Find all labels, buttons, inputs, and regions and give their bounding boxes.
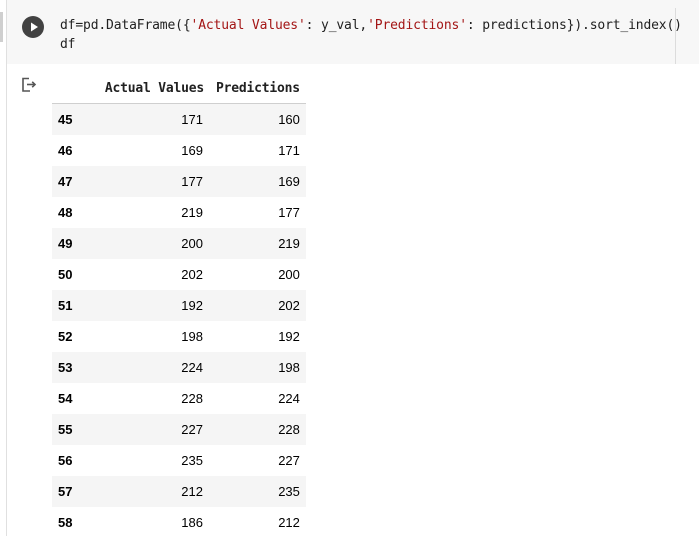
row-index: 49 xyxy=(58,236,73,251)
table-row: 53 224 198 xyxy=(52,352,306,383)
row-index: 45 xyxy=(58,112,73,127)
cell-actual-value: 235 xyxy=(181,453,203,468)
index-header xyxy=(52,74,86,104)
row-index: 51 xyxy=(58,298,73,313)
row-index: 48 xyxy=(58,205,73,220)
cell-prediction: 177 xyxy=(278,205,300,220)
table-row: 51 192 202 xyxy=(52,290,306,321)
cell-actual-value: 192 xyxy=(181,298,203,313)
play-icon xyxy=(31,22,38,32)
cell-actual-value: 202 xyxy=(181,267,203,282)
cell-prediction: 235 xyxy=(278,484,300,499)
code-prefix: df=pd.DataFrame({ xyxy=(60,18,191,33)
code-editor[interactable]: df=pd.DataFrame({'Actual Values': y_val,… xyxy=(51,8,682,64)
output-redirect-icon[interactable] xyxy=(20,76,38,94)
table-row: 49 200 219 xyxy=(52,228,306,259)
table-row: 58 186 212 xyxy=(52,507,306,536)
table-row: 46 169 171 xyxy=(52,135,306,166)
cell-left-rail xyxy=(0,0,7,536)
cell-prediction: 200 xyxy=(278,267,300,282)
row-index: 52 xyxy=(58,329,73,344)
code-line-1: df=pd.DataFrame({'Actual Values': y_val,… xyxy=(60,18,682,33)
cell-actual-value: 227 xyxy=(181,422,203,437)
column-header-predictions: Predictions xyxy=(210,74,306,104)
dataframe-table: Actual Values Predictions 45 171 160 46 169 1… xyxy=(52,74,306,536)
cell-prediction: 169 xyxy=(278,174,300,189)
table-row: 56 235 227 xyxy=(52,445,306,476)
cell-actual-value: 224 xyxy=(181,360,203,375)
table-row: 52 198 192 xyxy=(52,321,306,352)
column-header-actual: Actual Values xyxy=(86,74,210,104)
code-mid: : y_val, xyxy=(305,18,368,33)
cell-prediction: 212 xyxy=(278,515,300,530)
row-index: 58 xyxy=(58,515,73,530)
cell-prediction: 198 xyxy=(278,360,300,375)
cell-prediction: 192 xyxy=(278,329,300,344)
cell-prediction: 160 xyxy=(278,112,300,127)
run-cell-button[interactable] xyxy=(22,16,44,38)
cell-prediction: 171 xyxy=(278,143,300,158)
cell-actual-value: 169 xyxy=(181,143,203,158)
cell-actual-value: 200 xyxy=(181,236,203,251)
code-suffix: : predictions}).sort_index() xyxy=(466,18,682,33)
cell-prediction: 219 xyxy=(278,236,300,251)
table-row: 54 228 224 xyxy=(52,383,306,414)
cell-actual-value: 171 xyxy=(181,112,203,127)
row-index: 50 xyxy=(58,267,73,282)
cell-actual-value: 198 xyxy=(181,329,203,344)
table-row: 57 212 235 xyxy=(52,476,306,507)
table-row: 45 171 160 xyxy=(52,103,306,135)
cell-actual-value: 177 xyxy=(181,174,203,189)
table-row: 48 219 177 xyxy=(52,197,306,228)
row-index: 55 xyxy=(58,422,73,437)
code-string-actual: 'Actual Values' xyxy=(190,18,306,33)
cell-actual-value: 219 xyxy=(181,205,203,220)
row-index: 54 xyxy=(58,391,73,406)
code-line-2: df xyxy=(60,37,76,52)
table-body: 45 171 160 46 169 171 47 177 169 48 219 177 49 200 219… xyxy=(52,103,306,536)
table-row: 55 227 228 xyxy=(52,414,306,445)
cell-prediction: 202 xyxy=(278,298,300,313)
table-row: 50 202 200 xyxy=(52,259,306,290)
row-index: 46 xyxy=(58,143,73,158)
table-header-row: Actual Values Predictions xyxy=(52,74,306,104)
cell-actual-value: 212 xyxy=(181,484,203,499)
code-cell[interactable]: df=pd.DataFrame({'Actual Values': y_val,… xyxy=(7,0,699,64)
cell-prediction: 227 xyxy=(278,453,300,468)
cell-prediction: 228 xyxy=(278,422,300,437)
row-index: 56 xyxy=(58,453,73,468)
cell-focus-marker xyxy=(0,12,3,42)
table-row: 47 177 169 xyxy=(52,166,306,197)
code-string-predictions: 'Predictions' xyxy=(367,18,467,33)
cell-prediction: 224 xyxy=(278,391,300,406)
row-index: 47 xyxy=(58,174,73,189)
row-index: 53 xyxy=(58,360,73,375)
cell-actual-value: 228 xyxy=(181,391,203,406)
row-index: 57 xyxy=(58,484,73,499)
cell-actual-value: 186 xyxy=(181,515,203,530)
